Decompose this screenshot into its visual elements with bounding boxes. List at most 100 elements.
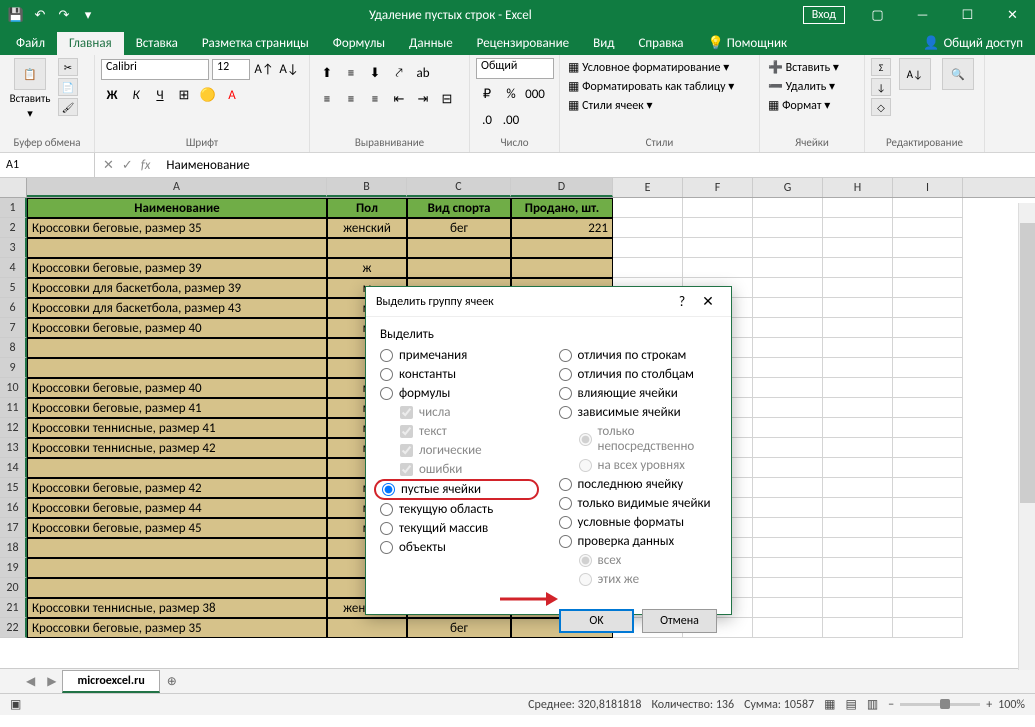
- radio-option[interactable]: [559, 516, 572, 529]
- font-size-select[interactable]: 12: [212, 59, 250, 80]
- align-bottom-icon[interactable]: ⬇: [364, 62, 386, 84]
- maximize-icon[interactable]: ☐: [945, 0, 990, 30]
- cell[interactable]: [823, 478, 893, 498]
- cell[interactable]: [753, 318, 823, 338]
- cell[interactable]: Продано, шт.: [511, 198, 613, 218]
- underline-button[interactable]: Ч: [149, 84, 171, 106]
- comma-icon[interactable]: 000: [524, 83, 546, 105]
- row-header[interactable]: 15: [0, 478, 27, 498]
- cell[interactable]: Кроссовки беговые, размер 41: [27, 398, 327, 418]
- radio-option[interactable]: [380, 387, 393, 400]
- cell[interactable]: [753, 478, 823, 498]
- close-icon[interactable]: ✕: [990, 0, 1035, 30]
- radio-option[interactable]: [559, 535, 572, 548]
- cell[interactable]: [823, 618, 893, 638]
- cell[interactable]: Кроссовки беговые, размер 39: [27, 258, 327, 278]
- cell[interactable]: [893, 258, 963, 278]
- cell[interactable]: Кроссовки беговые, размер 35: [27, 218, 327, 238]
- formula-input[interactable]: Наименование: [158, 158, 1035, 173]
- cell[interactable]: [613, 198, 683, 218]
- login-button[interactable]: Вход: [803, 6, 845, 24]
- sheet-tab[interactable]: microexcel.ru: [62, 670, 159, 693]
- cell[interactable]: [753, 398, 823, 418]
- align-center-icon[interactable]: ≡: [340, 88, 362, 110]
- cell[interactable]: [893, 238, 963, 258]
- tab-formulas[interactable]: Формулы: [321, 32, 397, 55]
- cell-styles-button[interactable]: ▦ Стили ячеек ▾: [566, 96, 753, 115]
- prev-sheet-icon[interactable]: ◀: [20, 674, 41, 689]
- cancel-button[interactable]: Отмена: [642, 609, 717, 633]
- cell[interactable]: [893, 218, 963, 238]
- font-name-select[interactable]: Calibri: [101, 59, 209, 80]
- cell[interactable]: [27, 458, 327, 478]
- row-header[interactable]: 18: [0, 538, 27, 558]
- help-icon[interactable]: ?: [669, 293, 695, 310]
- cell[interactable]: [823, 578, 893, 598]
- tab-pagelayout[interactable]: Разметка страницы: [190, 32, 321, 55]
- cell[interactable]: [893, 318, 963, 338]
- cell[interactable]: Кроссовки беговые, размер 35: [27, 618, 327, 638]
- radio-option[interactable]: [382, 483, 395, 496]
- cell[interactable]: [823, 398, 893, 418]
- wrap-text-icon[interactable]: ab: [412, 62, 434, 84]
- merge-icon[interactable]: ⊟: [436, 88, 458, 110]
- cell[interactable]: [753, 218, 823, 238]
- cell[interactable]: [683, 238, 753, 258]
- cut-icon[interactable]: ✂: [58, 58, 78, 76]
- column-header[interactable]: A: [27, 178, 327, 197]
- cell[interactable]: [613, 258, 683, 278]
- cell[interactable]: [823, 238, 893, 258]
- cell[interactable]: [893, 578, 963, 598]
- cell[interactable]: [823, 298, 893, 318]
- cell[interactable]: [823, 218, 893, 238]
- decrease-decimal-icon[interactable]: .00: [500, 109, 522, 131]
- view-pagelayout-icon[interactable]: ▤: [846, 697, 857, 712]
- radio-option[interactable]: [559, 387, 572, 400]
- cell[interactable]: [511, 238, 613, 258]
- cell[interactable]: [27, 558, 327, 578]
- cell[interactable]: [27, 578, 327, 598]
- cell[interactable]: [893, 558, 963, 578]
- increase-font-icon[interactable]: A↑: [253, 58, 275, 80]
- cell[interactable]: [893, 378, 963, 398]
- cell[interactable]: [893, 398, 963, 418]
- row-header[interactable]: 10: [0, 378, 27, 398]
- zoom-level[interactable]: 100%: [998, 698, 1025, 712]
- cell[interactable]: [823, 198, 893, 218]
- cell[interactable]: [823, 378, 893, 398]
- currency-icon[interactable]: ₽: [476, 83, 498, 105]
- row-header[interactable]: 1: [0, 198, 27, 218]
- radio-option[interactable]: [380, 349, 393, 362]
- cell[interactable]: [511, 258, 613, 278]
- row-header[interactable]: 13: [0, 438, 27, 458]
- tab-help[interactable]: Справка: [626, 32, 695, 55]
- cell[interactable]: [753, 538, 823, 558]
- cell[interactable]: [893, 298, 963, 318]
- cell[interactable]: [753, 618, 823, 638]
- row-header[interactable]: 2: [0, 218, 27, 238]
- row-header[interactable]: 14: [0, 458, 27, 478]
- cell[interactable]: [823, 258, 893, 278]
- name-box[interactable]: A1: [0, 153, 95, 177]
- tab-data[interactable]: Данные: [397, 32, 465, 55]
- column-header[interactable]: B: [327, 178, 407, 197]
- cell[interactable]: бег: [407, 218, 511, 238]
- autosum-icon[interactable]: Σ: [871, 58, 891, 76]
- row-header[interactable]: 22: [0, 618, 27, 638]
- decrease-indent-icon[interactable]: ⇤: [388, 88, 410, 110]
- cell[interactable]: [893, 518, 963, 538]
- decrease-font-icon[interactable]: A↓: [278, 58, 300, 80]
- cell[interactable]: [893, 478, 963, 498]
- sort-filter-button[interactable]: A↓: [895, 58, 935, 90]
- tab-review[interactable]: Рецензирование: [465, 32, 581, 55]
- radio-option[interactable]: [559, 349, 572, 362]
- cell[interactable]: [27, 538, 327, 558]
- cancel-formula-icon[interactable]: ✕: [103, 158, 114, 173]
- italic-button[interactable]: К: [125, 84, 147, 106]
- find-select-button[interactable]: 🔍: [939, 58, 979, 90]
- column-header[interactable]: G: [753, 178, 823, 197]
- share-button[interactable]: 👤Общий доступ: [911, 32, 1035, 55]
- cell[interactable]: [753, 378, 823, 398]
- cell[interactable]: Кроссовки беговые, размер 45: [27, 518, 327, 538]
- row-header[interactable]: 5: [0, 278, 27, 298]
